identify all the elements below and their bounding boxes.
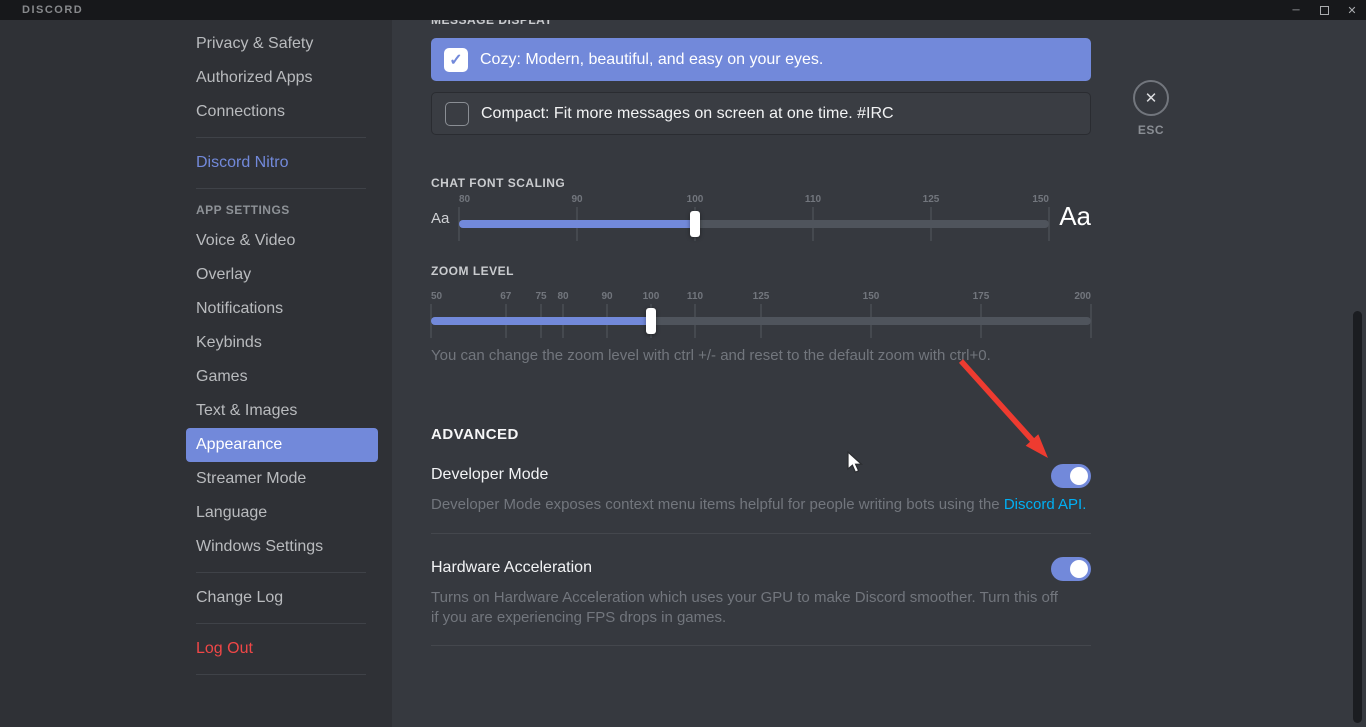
sidebar-item-games[interactable]: Games [186,360,378,394]
zoom-tick-label: 67 [500,291,511,302]
close-settings-control: ✕ ESC [1133,80,1169,137]
sidebar-item-keybinds[interactable]: Keybinds [186,326,378,360]
close-icon: ✕ [1145,89,1158,107]
sidebar-item-streamer-mode[interactable]: Streamer Mode [186,462,378,496]
zoom-tick-label: 125 [753,291,770,302]
font-tick-label: 80 [459,194,470,205]
minimize-icon: ─ [1292,5,1299,16]
sidebar-item-privacy-safety[interactable]: Privacy & Safety [186,27,378,61]
font-slider-track[interactable] [459,220,1049,228]
close-window-button[interactable]: ✕ [1338,0,1366,20]
developer-mode-toggle[interactable] [1051,464,1091,488]
toggle-knob [1070,560,1088,578]
hardware-acceleration-description: Turns on Hardware Acceleration which use… [431,588,1063,628]
sidebar-divider [196,572,366,573]
zoom-tick-label: 80 [557,291,568,302]
sidebar-item-connections[interactable]: Connections [186,95,378,129]
section-divider [431,533,1091,534]
discord-logo: DISCORD [22,4,83,16]
cozy-option-label: Cozy: Modern, beautiful, and easy on you… [480,51,823,69]
discord-api-link[interactable]: Discord API. [1004,496,1087,513]
compact-option-row[interactable]: Compact: Fit more messages on screen at … [431,92,1091,135]
zoom-slider-area: 50 67 75 80 90 100 110 125 150 175 200 [431,291,1091,351]
compact-checkbox[interactable] [445,102,469,126]
maximize-icon [1320,6,1329,15]
sidebar-divider [196,188,366,189]
zoom-tick-label: 150 [863,291,880,302]
advanced-section-label: ADVANCED [431,426,519,443]
font-tick-label: 110 [805,194,821,205]
settings-content: MESSAGE DISPLAY ✓ Cozy: Modern, beautifu… [392,0,1366,727]
sidebar-item-text-images[interactable]: Text & Images [186,394,378,428]
zoom-tick-label: 75 [535,291,546,302]
sidebar-item-change-log[interactable]: Change Log [186,581,378,615]
sidebar-item-voice-video[interactable]: Voice & Video [186,224,378,258]
sidebar-item-appearance[interactable]: Appearance [186,428,378,462]
sidebar-item-overlay[interactable]: Overlay [186,258,378,292]
developer-mode-description-text: Developer Mode exposes context menu item… [431,496,1004,513]
font-tick-label: 100 [687,194,704,205]
sidebar-divider [196,137,366,138]
font-slider-fill [459,220,695,228]
zoom-tick-label: 110 [687,291,703,302]
sidebar-item-discord-nitro[interactable]: Discord Nitro [186,146,378,180]
zoom-slider-handle[interactable] [646,308,656,334]
maximize-button[interactable] [1310,0,1338,20]
font-preview-small: Aa [431,210,449,227]
zoom-level-section-label: ZOOM LEVEL [431,265,514,277]
close-settings-button[interactable]: ✕ [1133,80,1169,116]
sidebar-divider [196,674,366,675]
cozy-checkbox[interactable]: ✓ [444,48,468,72]
toggle-knob [1070,467,1088,485]
cozy-option-row[interactable]: ✓ Cozy: Modern, beautiful, and easy on y… [431,38,1091,81]
compact-option-label: Compact: Fit more messages on screen at … [481,105,894,123]
sidebar-item-notifications[interactable]: Notifications [186,292,378,326]
scrollbar-thumb[interactable] [1353,311,1362,723]
esc-label: ESC [1133,123,1169,137]
zoom-tick-label: 90 [601,291,612,302]
font-preview-large: Aa [1059,201,1091,232]
sidebar-item-windows-settings[interactable]: Windows Settings [186,530,378,564]
zoom-tick-label: 175 [973,291,990,302]
font-tick-label: 150 [1032,194,1049,205]
zoom-help-text: You can change the zoom level with ctrl … [431,347,991,364]
close-window-icon: ✕ [1347,4,1356,17]
zoom-tick-label: 200 [1074,291,1091,302]
sidebar-item-authorized-apps[interactable]: Authorized Apps [186,61,378,95]
sidebar-item-language[interactable]: Language [186,496,378,530]
zoom-level-slider: 50 67 75 80 90 100 110 125 150 175 200 [431,291,1091,351]
font-tick-label: 125 [923,194,940,205]
window-controls: ─ ✕ [1282,0,1366,20]
chat-font-scaling-slider: Aa Aa 80 90 100 110 125 150 [431,194,1091,254]
window-titlebar: DISCORD ─ ✕ [0,0,1366,20]
zoom-tick-label: 50 [431,291,442,302]
settings-nav: Privacy & Safety Authorized Apps Connect… [186,27,378,683]
sidebar-divider [196,623,366,624]
font-tick-label: 90 [571,194,582,205]
minimize-button[interactable]: ─ [1282,0,1310,20]
zoom-tick-label: 100 [643,291,660,302]
zoom-slider-fill [431,317,651,325]
zoom-slider-track[interactable] [431,317,1091,325]
developer-mode-row: Developer Mode [431,466,1091,484]
font-slider-handle[interactable] [690,211,700,237]
font-slider-area: 80 90 100 110 125 150 [459,194,1049,254]
check-icon: ✓ [449,50,462,70]
developer-mode-description: Developer Mode exposes context menu item… [431,495,1086,515]
hardware-acceleration-toggle[interactable] [1051,557,1091,581]
hardware-acceleration-row: Hardware Acceleration [431,559,1091,577]
section-divider [431,645,1091,646]
hardware-acceleration-title: Hardware Acceleration [431,559,1091,577]
developer-mode-title: Developer Mode [431,466,1091,484]
app-settings-header: APP SETTINGS [186,197,378,224]
sidebar-item-log-out[interactable]: Log Out [186,632,378,666]
chat-font-scaling-section-label: CHAT FONT SCALING [431,177,565,189]
